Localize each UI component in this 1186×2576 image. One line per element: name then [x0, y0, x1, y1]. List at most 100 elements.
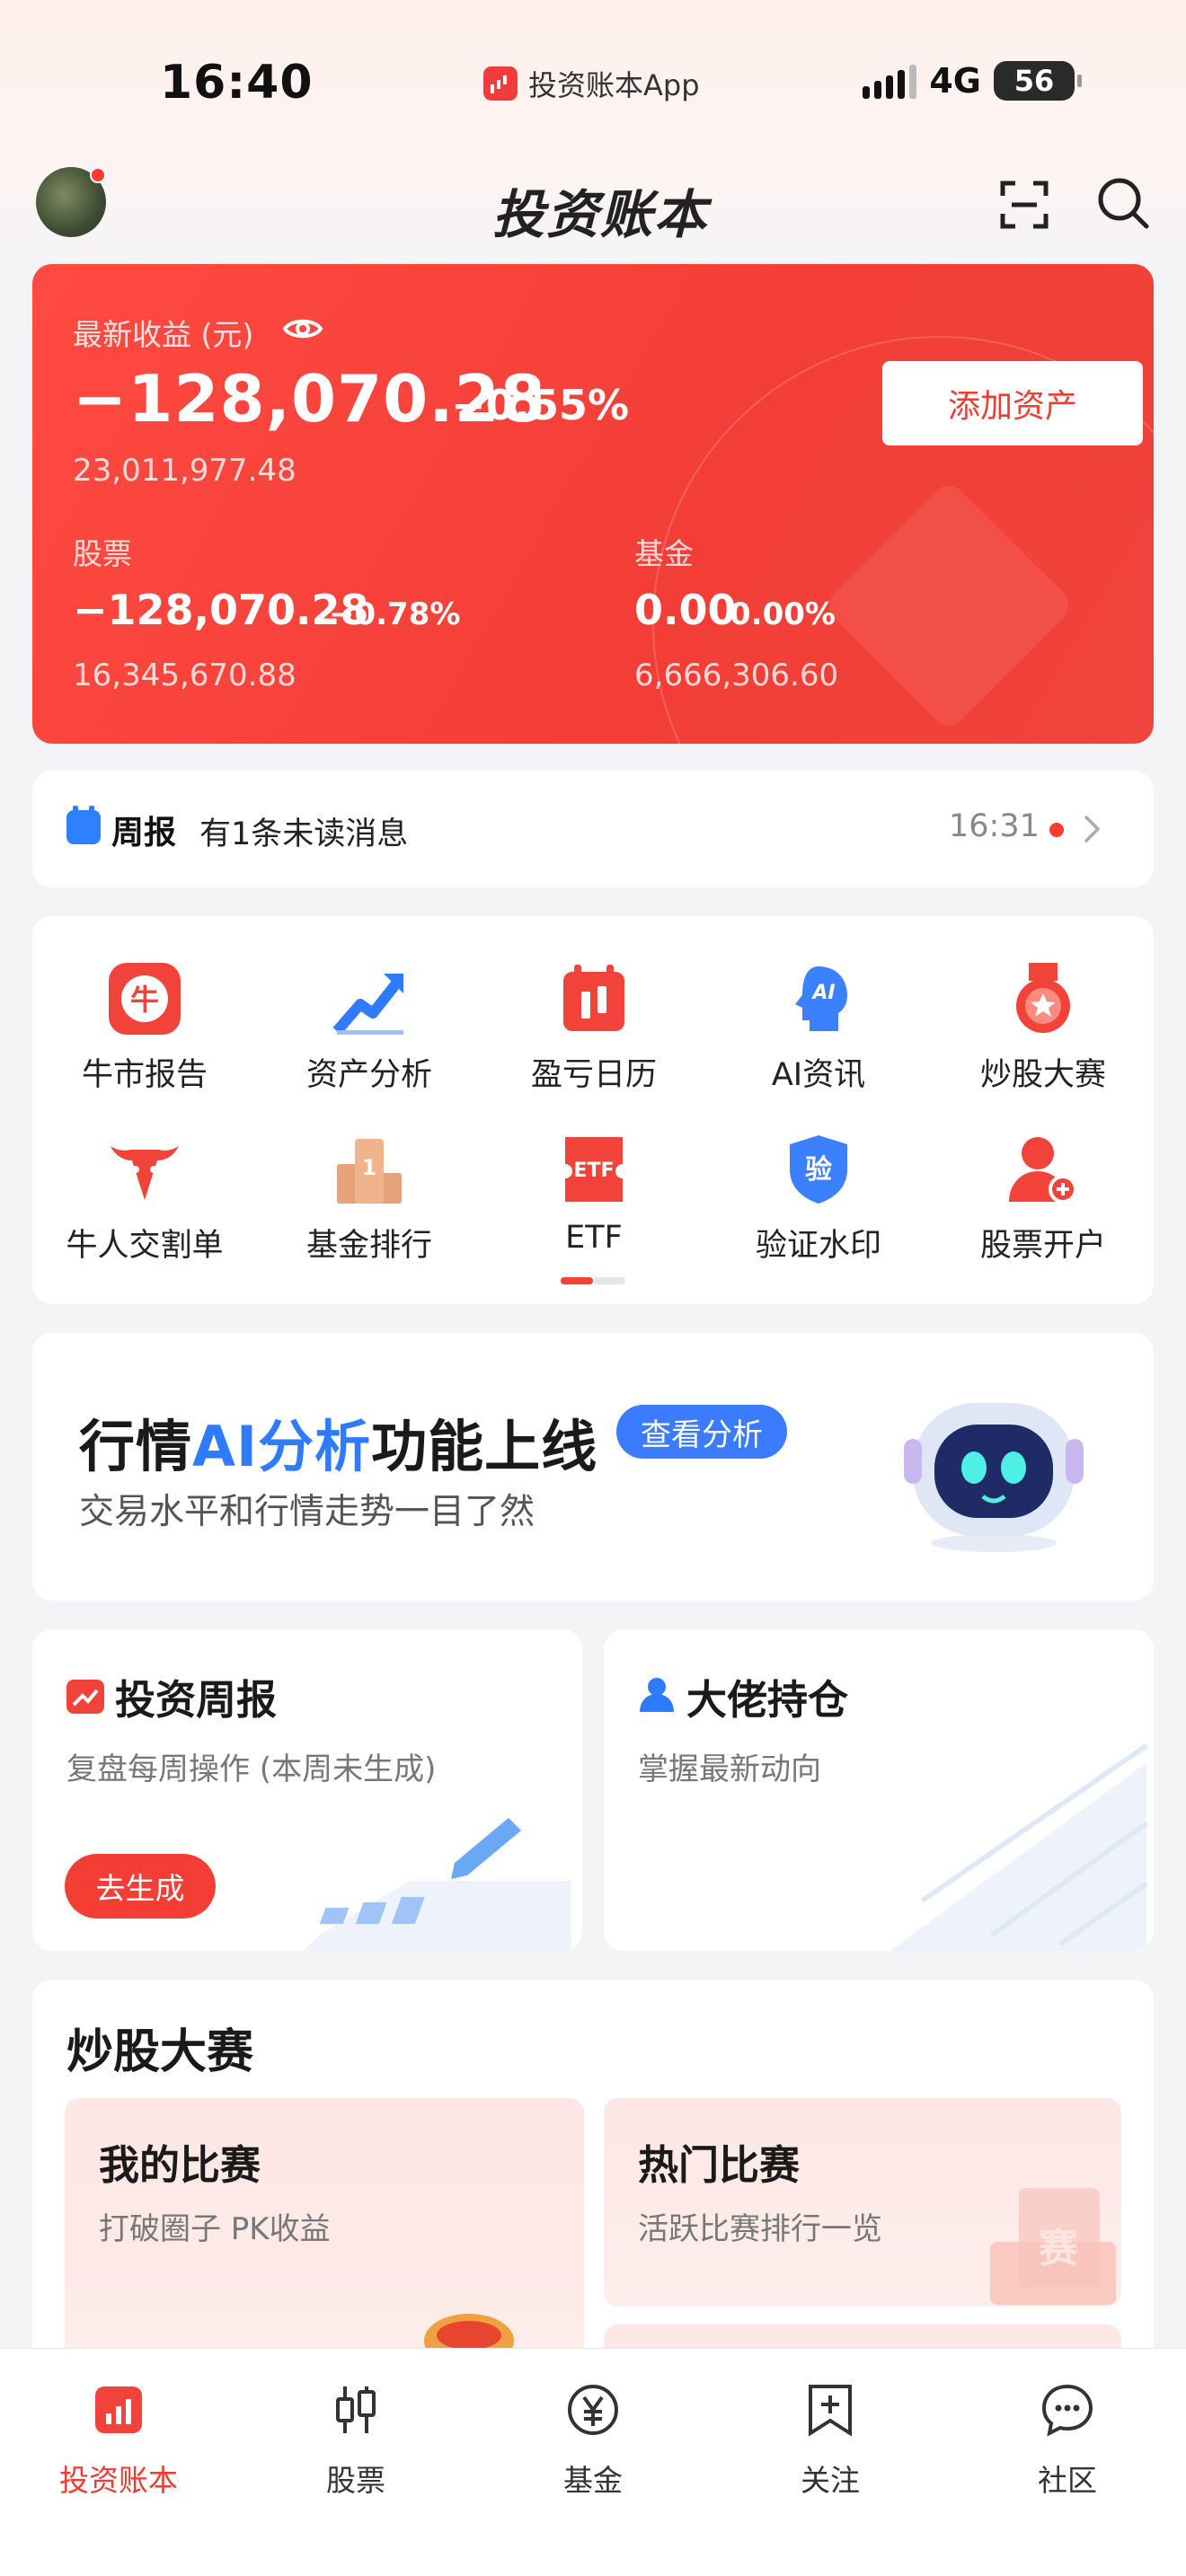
view-analysis-button[interactable]: 查看分析: [616, 1405, 787, 1459]
verify-shield-icon: 验: [790, 1135, 847, 1204]
ai-banner-subtitle: 交易水平和行情走势一目了然: [79, 1492, 535, 1532]
bull-report-icon: 牛: [109, 963, 181, 1035]
calendar-icon: [66, 806, 101, 844]
data-illustration: [890, 1742, 1148, 1951]
grid-item-fund-rank[interactable]: 1 基金排行: [257, 1087, 482, 1264]
weekly-report-icon: [66, 1680, 104, 1714]
grid-item-label: 基金排行: [305, 1228, 432, 1264]
yen-coin-icon: [568, 2385, 618, 2435]
stocks-label: 股票: [73, 536, 132, 571]
notice-title: 周报: [111, 815, 177, 851]
tab-portfolio[interactable]: 投资账本: [0, 2369, 237, 2503]
etf-icon: ETF: [565, 1137, 623, 1202]
contest-badge-icon: 赛: [990, 2188, 1116, 2305]
tab-label: 社区: [1038, 2463, 1097, 2498]
svg-text:1: 1: [362, 1155, 377, 1180]
svg-text:牛: 牛: [130, 983, 159, 1017]
tab-stocks[interactable]: 股票: [237, 2369, 474, 2503]
avatar-notification-dot: [90, 167, 106, 183]
report-illustration: [304, 1818, 571, 1951]
tab-label: 关注: [801, 2463, 860, 2498]
my-contest-subtitle: 打破圈子 PK收益: [99, 2211, 331, 2247]
grid-item-label: 股票开户: [979, 1228, 1106, 1264]
grid-item-label: 验证水印: [755, 1228, 881, 1264]
portfolio-icon: [95, 2386, 142, 2433]
status-app-name[interactable]: 投资账本App: [483, 63, 700, 104]
search-icon[interactable]: [1096, 176, 1150, 230]
account-open-icon: [1009, 1137, 1077, 1204]
big-card-title: 大佬持仓: [686, 1676, 849, 1724]
ai-analysis-banner[interactable]: 行情AI分析功能上线 查看分析 交易水平和行情走势一目了然: [32, 1333, 1154, 1601]
notice-message: 有1条未读消息: [199, 816, 409, 852]
robot-mascot-icon: [904, 1403, 1084, 1552]
profit-summary-card[interactable]: 最新收益 (元) −128,070.28 −0.55% 23,011,977.4…: [32, 264, 1154, 744]
status-app-label: 投资账本App: [528, 68, 700, 102]
svg-text:AI: AI: [810, 982, 835, 1004]
bottom-tab-bar: 投资账本 股票 基金 关注 社区: [0, 2348, 1186, 2576]
hot-contest-title: 热门比赛: [638, 2141, 801, 2189]
my-contest-title: 我的比赛: [99, 2141, 261, 2189]
tab-label: 投资账本: [59, 2463, 178, 2498]
grid-item-etf[interactable]: ETF ETF: [482, 1087, 706, 1256]
weekly-card-subtitle: 复盘每周操作 (本周未生成): [66, 1751, 437, 1787]
bull-head-icon: [111, 1146, 179, 1200]
ai-banner-title: 行情AI分析功能上线: [79, 1414, 598, 1479]
grid-item-asset-analysis[interactable]: 资产分析: [257, 916, 482, 1093]
notice-time: 16:31: [949, 808, 1040, 844]
scan-icon[interactable]: [999, 180, 1049, 230]
grid-item-verify-watermark[interactable]: 验 验证水印: [706, 1087, 931, 1264]
tab-label: 股票: [326, 2463, 385, 2498]
candlestick-icon: [336, 2386, 376, 2433]
total-profit-pct: −0.55%: [451, 381, 630, 429]
unread-dot: [1049, 823, 1064, 837]
stocks-assets: 16,345,670.88: [73, 657, 296, 693]
hot-contest-card[interactable]: 热门比赛 活跃比赛排行一览 赛: [604, 2098, 1121, 2307]
big-holdings-card[interactable]: 大佬持仓 掌握最新动向: [604, 1629, 1154, 1951]
app-icon: [483, 66, 518, 101]
grid-item-label: 牛人交割单: [66, 1228, 224, 1264]
contest-medal-icon: [1016, 963, 1070, 1033]
grid-item-contest[interactable]: 炒股大赛: [931, 916, 1155, 1093]
grid-item-bull-report[interactable]: 牛 牛市报告: [32, 916, 257, 1093]
latest-profit-label: 最新收益 (元): [73, 317, 254, 352]
grid-item-label: ETF: [565, 1220, 623, 1256]
grid-item-pnl-calendar[interactable]: 盈亏日历: [482, 916, 706, 1093]
hot-contest-subtitle: 活跃比赛排行一览: [638, 2211, 882, 2247]
investment-weekly-card[interactable]: 投资周报 复盘每周操作 (本周未生成) 去生成: [32, 1629, 582, 1951]
generate-button[interactable]: 去生成: [65, 1854, 216, 1919]
total-assets: 23,011,977.48: [73, 453, 296, 489]
stocks-profit: −128,070.28: [73, 586, 369, 634]
eye-icon[interactable]: [282, 313, 323, 345]
stocks-pct: −0.78%: [329, 596, 461, 632]
funds-label: 基金: [634, 536, 694, 571]
bookmark-add-icon: [809, 2385, 852, 2437]
funds-pct: 0.00%: [730, 596, 836, 632]
fund-rank-icon: 1: [337, 1139, 402, 1204]
status-time: 16:40: [160, 56, 314, 110]
feature-grid: 牛 牛市报告 资产分析 盈亏日历 AI AI资讯 炒股大赛 牛人交割单 1 基金…: [32, 916, 1154, 1304]
funds-assets: 6,666,306.60: [634, 657, 839, 693]
funds-profit: 0.00: [634, 586, 737, 634]
chat-bubble-icon: [1041, 2384, 1093, 2437]
svg-text:ETF: ETF: [573, 1160, 614, 1182]
network-type: 4G: [929, 61, 981, 101]
grid-page-indicator: [561, 1277, 625, 1284]
grid-item-bull-trades[interactable]: 牛人交割单: [32, 1087, 257, 1264]
person-icon: [640, 1678, 674, 1712]
tab-label: 基金: [563, 2463, 623, 2498]
chevron-right-icon: [1084, 815, 1101, 843]
weekly-card-title: 投资周报: [115, 1676, 278, 1724]
weekly-report-notice[interactable]: 周报 有1条未读消息 16:31: [32, 771, 1154, 887]
grid-item-open-account[interactable]: 股票开户: [931, 1087, 1155, 1264]
ai-news-icon: AI: [795, 966, 847, 1031]
svg-text:赛: 赛: [1039, 2226, 1079, 2272]
asset-analysis-icon: [333, 974, 404, 1035]
big-card-subtitle: 掌握最新动向: [638, 1751, 821, 1787]
tab-watchlist[interactable]: 关注: [712, 2369, 949, 2503]
tab-community[interactable]: 社区: [949, 2369, 1186, 2503]
tab-funds[interactable]: 基金: [474, 2369, 712, 2503]
battery-icon: 56: [994, 61, 1082, 101]
brand-title: 投资账本: [492, 184, 709, 245]
grid-item-ai-news[interactable]: AI AI资讯: [706, 916, 931, 1093]
add-asset-button[interactable]: 添加资产: [882, 361, 1143, 446]
